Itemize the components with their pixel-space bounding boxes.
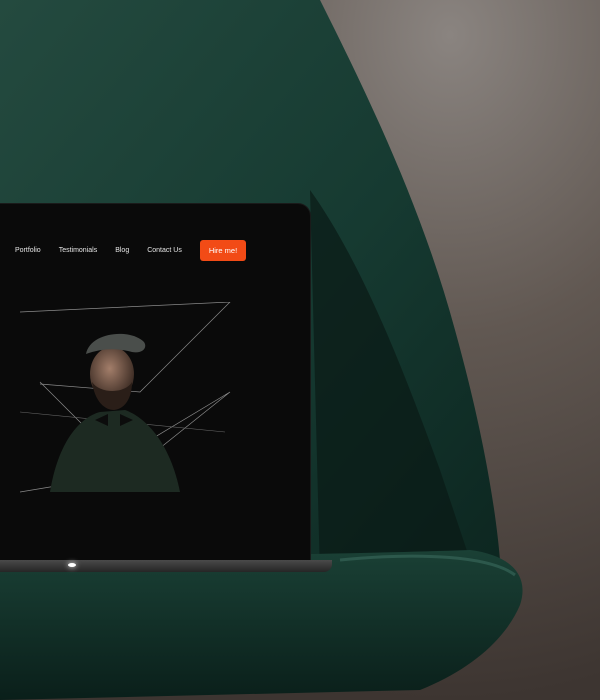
hero-portrait <box>20 302 231 493</box>
hire-me-button[interactable]: Hire me! <box>199 240 247 261</box>
nav-item-contact-us[interactable]: Contact Us <box>147 247 182 254</box>
laptop-base <box>0 560 332 572</box>
nav-item-portfolio[interactable]: Portfolio <box>15 247 41 254</box>
website-screen: Portfolio Testimonials Blog Contact Us H… <box>0 204 310 564</box>
laptop-status-light <box>68 563 76 567</box>
nav-item-testimonials[interactable]: Testimonials <box>59 247 98 254</box>
portrait-body <box>50 410 180 492</box>
top-navigation: Portfolio Testimonials Blog Contact Us H… <box>15 240 247 261</box>
laptop-screen-bezel: Portfolio Testimonials Blog Contact Us H… <box>0 204 310 564</box>
nav-item-blog[interactable]: Blog <box>115 247 129 254</box>
chair-seat <box>0 550 523 700</box>
